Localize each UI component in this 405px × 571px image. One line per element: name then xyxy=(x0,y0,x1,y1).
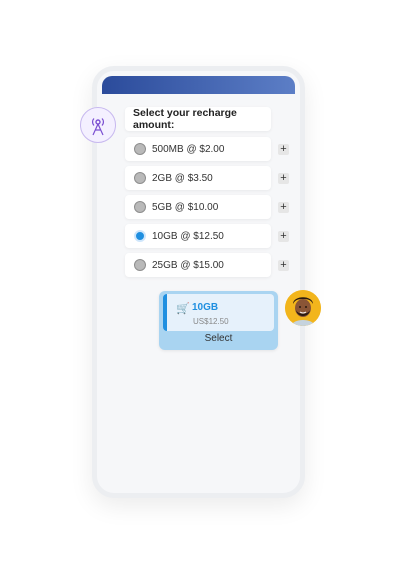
add-icon[interactable]: + xyxy=(278,231,289,242)
select-button[interactable]: Select xyxy=(159,333,278,344)
cart-icon: 🛒 xyxy=(176,303,190,315)
selection-card: 🛒 10GB US$12.50 Select xyxy=(159,291,278,350)
option-5gb[interactable]: 5GB @ $10.00 xyxy=(125,195,271,219)
add-icon[interactable]: + xyxy=(278,260,289,271)
radio-button[interactable] xyxy=(134,172,146,184)
option-10gb[interactable]: 10GB @ $12.50 xyxy=(125,224,271,248)
prompt-message: Select your recharge amount: xyxy=(125,107,271,131)
option-500mb[interactable]: 500MB @ $2.00 xyxy=(125,137,271,161)
option-label: 500MB @ $2.00 xyxy=(152,143,225,155)
user-avatar xyxy=(285,290,321,326)
option-label: 10GB @ $12.50 xyxy=(152,230,224,242)
option-label: 5GB @ $10.00 xyxy=(152,201,219,213)
selected-price: US$12.50 xyxy=(193,317,229,326)
selected-plan: 10GB xyxy=(192,302,219,313)
radio-button[interactable] xyxy=(134,143,146,155)
header-bar xyxy=(102,76,295,94)
radio-button[interactable] xyxy=(134,201,146,213)
antenna-icon xyxy=(92,118,104,136)
bot-avatar xyxy=(80,107,116,143)
add-icon[interactable]: + xyxy=(278,144,289,155)
radio-button[interactable] xyxy=(134,259,146,271)
add-icon[interactable]: + xyxy=(278,202,289,213)
option-label: 2GB @ $3.50 xyxy=(152,172,213,184)
user-avatar-image xyxy=(285,290,321,326)
option-25gb[interactable]: 25GB @ $15.00 xyxy=(125,253,271,277)
option-label: 25GB @ $15.00 xyxy=(152,259,224,271)
option-2gb[interactable]: 2GB @ $3.50 xyxy=(125,166,271,190)
radio-button-selected[interactable] xyxy=(134,230,146,242)
selection-summary: 🛒 10GB US$12.50 xyxy=(163,294,274,331)
add-icon[interactable]: + xyxy=(278,173,289,184)
